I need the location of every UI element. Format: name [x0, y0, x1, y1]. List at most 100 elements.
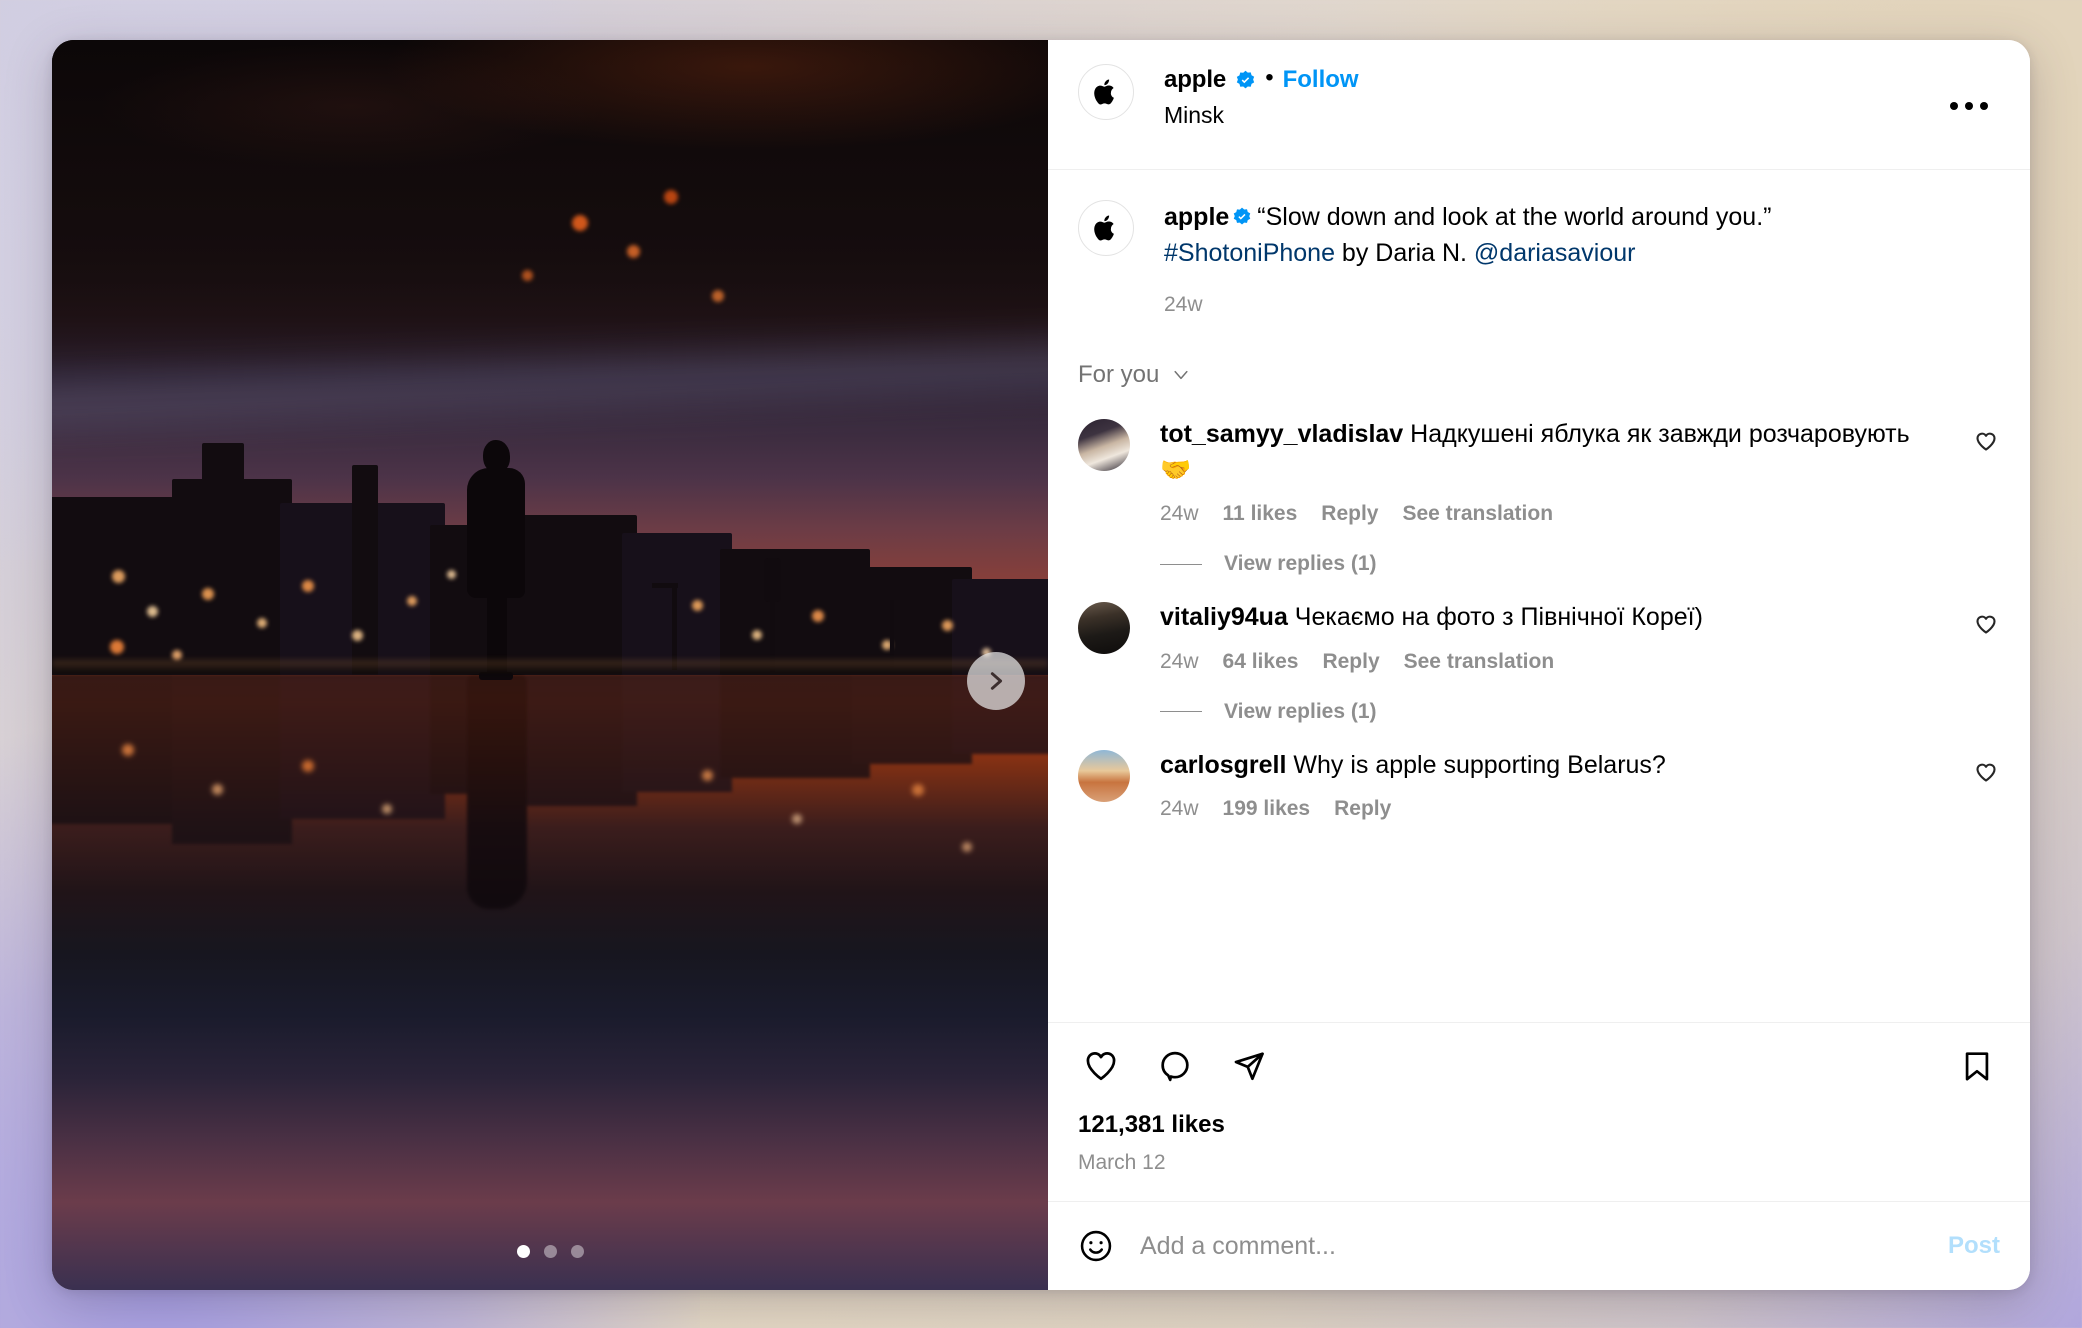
heart-outline-icon — [1086, 1052, 1116, 1081]
photo-water-horizon — [52, 660, 1048, 674]
comment-text: carlosgrell Why is apple supporting Bela… — [1160, 748, 1930, 784]
add-comment-bar: Post — [1048, 1201, 2030, 1290]
comment-text: vitaliy94ua Чекаємо на фото з Північної … — [1160, 600, 1930, 636]
comment-likes-count[interactable]: 11 likes — [1223, 502, 1298, 526]
photo-bokeh-light — [147, 606, 158, 617]
header-separator: • — [1265, 64, 1274, 91]
caption-text: apple “Slow down and look at the world ar… — [1164, 200, 2000, 271]
view-replies-label: View replies (1) — [1224, 699, 1377, 723]
heart-outline-icon — [1976, 432, 1996, 451]
comment-like-icon[interactable] — [1974, 429, 1998, 458]
avatar-apple-caption[interactable] — [1078, 200, 1134, 256]
comment-item: vitaliy94ua Чекаємо на фото з Північної … — [1048, 582, 2030, 678]
photo-skyline — [52, 443, 1048, 675]
photo-bokeh-light — [172, 650, 182, 660]
comment-likes-count[interactable]: 199 likes — [1223, 797, 1311, 821]
comment-reply-button[interactable]: Reply — [1322, 650, 1379, 674]
post-location[interactable]: Minsk — [1164, 102, 1359, 129]
comment-timestamp: 24w — [1160, 797, 1199, 820]
photo-street-lamp — [652, 583, 678, 588]
comment-like-icon[interactable] — [1974, 612, 1998, 641]
photo-street-lamp — [672, 585, 677, 670]
photo-bokeh-light — [664, 190, 678, 204]
follow-button[interactable]: Follow — [1283, 66, 1359, 94]
heart-outline-icon — [1976, 615, 1996, 634]
comment-username[interactable]: carlosgrell — [1160, 751, 1286, 779]
comments-filter-label: For you — [1078, 361, 1160, 388]
avatar-vitaliy94ua[interactable] — [1078, 602, 1130, 654]
comment-button[interactable] — [1152, 1043, 1198, 1089]
emoji-picker-button[interactable] — [1078, 1228, 1114, 1264]
chevron-down-icon — [1174, 370, 1188, 380]
comment-message: Why is apple supporting Belarus? — [1286, 750, 1666, 779]
comment-body: tot_samyy_vladislav Надкушені яблука як … — [1160, 417, 2000, 526]
comment-username[interactable]: tot_samyy_vladislav — [1160, 420, 1403, 448]
caption-mention[interactable]: @dariasaviour — [1474, 239, 1636, 267]
instagram-post-card: apple • Follow Minsk apple “Slow down an… — [52, 40, 2030, 1290]
comment-like-icon[interactable] — [1974, 760, 1998, 789]
photo-person-silhouette — [465, 440, 529, 680]
photo-bokeh-light — [352, 630, 363, 641]
photo-bokeh-light — [692, 600, 703, 611]
avatar-tot-samyy-vladislav[interactable] — [1078, 419, 1130, 471]
view-replies-button[interactable]: View replies (1) — [1048, 678, 1407, 730]
post-header-text: apple • Follow Minsk — [1164, 64, 1359, 129]
post-author-username[interactable]: apple — [1164, 66, 1226, 94]
carousel-dots — [52, 1245, 1048, 1258]
photo-bokeh-light — [752, 630, 762, 640]
comment-item: tot_samyy_vladislav Надкушені яблука як … — [1048, 399, 2030, 530]
avatar-carlosgrell[interactable] — [1078, 749, 1130, 802]
share-button[interactable] — [1226, 1043, 1272, 1089]
post-action-bar: 121,381 likes March 12 — [1048, 1022, 2030, 1201]
chevron-right-icon — [990, 672, 1003, 690]
verified-badge-icon — [1232, 207, 1252, 227]
add-comment-input[interactable] — [1140, 1231, 1922, 1261]
post-actions-row — [1078, 1043, 2000, 1089]
like-button[interactable] — [1078, 1043, 1124, 1089]
carousel-next-button[interactable] — [967, 652, 1025, 710]
comment-see-translation[interactable]: See translation — [1404, 650, 1555, 674]
comments-scroll-area[interactable]: apple “Slow down and look at the world ar… — [1048, 170, 2030, 1022]
post-likes-count[interactable]: 121,381 likes — [1078, 1111, 2000, 1139]
comment-timestamp: 24w — [1160, 502, 1199, 525]
bookmark-outline-icon — [1965, 1052, 1989, 1081]
comment-message: Чекаємо на фото з Північної Кореї) — [1287, 603, 1703, 631]
comment-item: carlosgrell Why is apple supporting Bela… — [1048, 730, 2030, 826]
comment-likes-count[interactable]: 64 likes — [1223, 650, 1299, 674]
comment-reply-button[interactable]: Reply — [1321, 502, 1378, 526]
photo-bokeh-light — [302, 580, 314, 592]
emoji-smiley-icon — [1080, 1230, 1112, 1262]
carousel-dot-2[interactable] — [543, 1245, 557, 1258]
carousel-dot-3[interactable] — [570, 1245, 584, 1258]
post-media-pane[interactable] — [52, 40, 1048, 1290]
apple-logo-icon — [1094, 79, 1114, 105]
verified-badge-icon — [1234, 207, 1251, 225]
share-paper-plane-icon — [1234, 1052, 1264, 1081]
photo-traffic-signal — [764, 558, 781, 602]
caption-timestamp: 24w — [1164, 293, 1203, 316]
comment-timestamp: 24w — [1160, 649, 1199, 673]
comment-meta: 24w 11 likes Reply See translation — [1160, 502, 1930, 526]
view-replies-button[interactable]: View replies (1) — [1048, 530, 1407, 582]
avatar-apple[interactable] — [1078, 64, 1134, 120]
comments-filter-for-you[interactable]: For you — [1048, 323, 1221, 399]
comment-username[interactable]: vitaliy94ua — [1160, 603, 1288, 631]
caption-body: apple “Slow down and look at the world ar… — [1164, 200, 2000, 317]
photo-bokeh-light — [447, 570, 456, 579]
post-side-pane: apple • Follow Minsk apple “Slow down an… — [1048, 40, 2030, 1290]
photo-reflected-ceiling — [52, 40, 1048, 370]
photo-bokeh-light — [407, 596, 417, 606]
photo-bokeh-light — [627, 245, 640, 258]
apple-logo-icon — [1094, 215, 1114, 241]
caption-username[interactable]: apple — [1164, 203, 1229, 231]
more-options-icon[interactable] — [1944, 96, 1994, 116]
photo-bokeh-light — [812, 610, 824, 622]
caption-quote: “Slow down and look at the world around … — [1257, 203, 1772, 231]
comment-see-translation[interactable]: See translation — [1402, 502, 1553, 526]
post-comment-button[interactable]: Post — [1948, 1232, 2000, 1260]
caption-hashtag[interactable]: #ShotoniPhone — [1164, 239, 1335, 267]
save-button[interactable] — [1954, 1043, 2000, 1089]
photo-bokeh-light — [112, 570, 125, 583]
comment-reply-button[interactable]: Reply — [1334, 797, 1391, 821]
carousel-dot-1[interactable] — [516, 1245, 530, 1258]
